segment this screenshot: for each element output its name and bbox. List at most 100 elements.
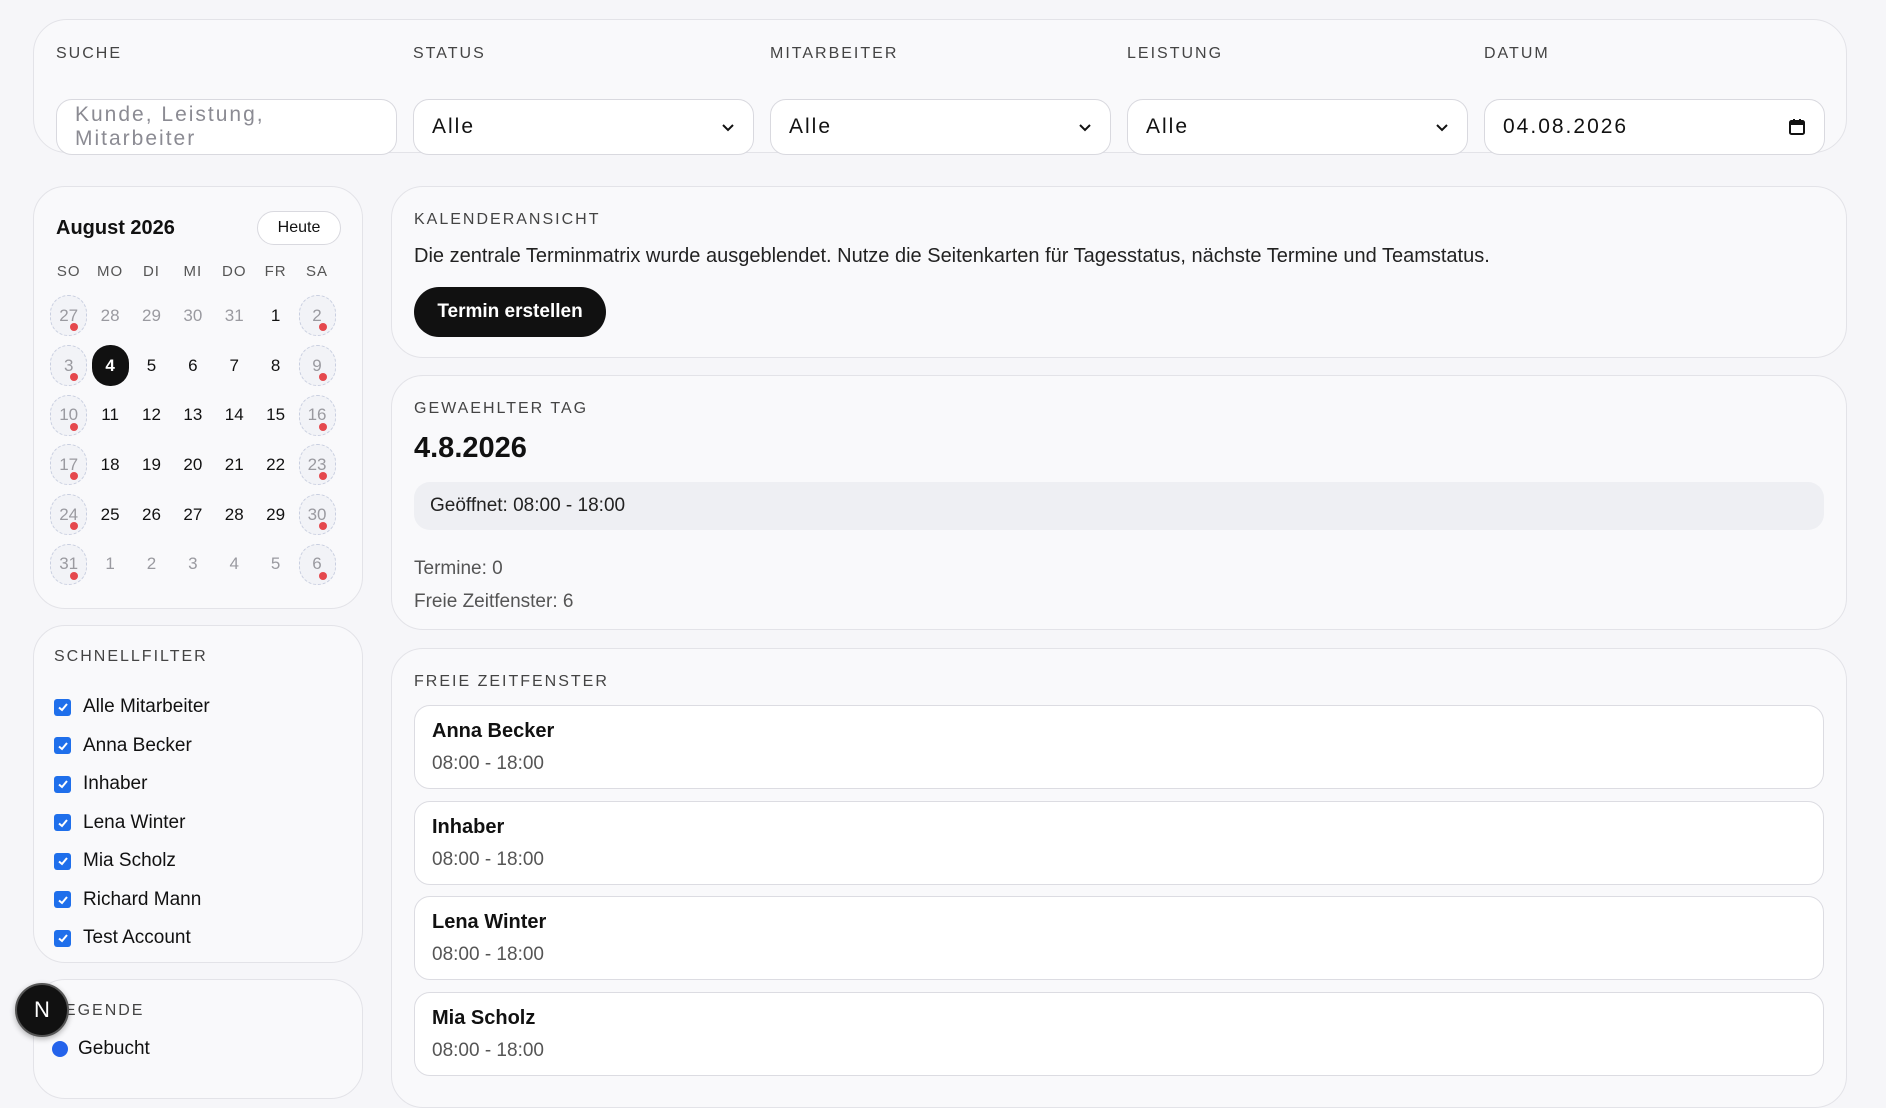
calendar-day[interactable]: 4	[214, 539, 255, 589]
calendar-day[interactable]: 1	[255, 291, 296, 341]
checkbox-checked-icon[interactable]	[54, 814, 71, 832]
checkbox-checked-icon[interactable]	[54, 737, 71, 755]
calendar-day[interactable]: 28	[214, 490, 255, 540]
calendar-day[interactable]: 2	[131, 539, 172, 589]
legend-card: LEGENDE Gebucht	[33, 979, 363, 1099]
calendar-day-number: 30	[183, 305, 203, 325]
quick-filter-item[interactable]: Inhaber	[54, 765, 210, 804]
calendar-day[interactable]: 16	[296, 390, 337, 440]
checkbox-checked-icon[interactable]	[54, 929, 71, 947]
calendar-day[interactable]: 19	[131, 440, 172, 490]
checkbox-checked-icon[interactable]	[54, 775, 71, 793]
calendar-day-number: 11	[101, 405, 119, 425]
status-value: Alle	[432, 115, 476, 138]
selected-day-label: GEWAEHLTER TAG	[414, 400, 589, 417]
calendar-day[interactable]: 3	[48, 341, 89, 391]
calendar-day[interactable]: 29	[255, 490, 296, 540]
calendar-day-number: 15	[266, 405, 286, 425]
quick-filter-list: Alle Mitarbeiter Anna Becker Inhaber Lena W…	[54, 688, 210, 958]
calendar-day[interactable]: 13	[172, 390, 213, 440]
calendar-day-number: 24	[50, 494, 88, 536]
calendar-day[interactable]: 4	[89, 341, 130, 391]
calendar-day[interactable]: 3	[172, 539, 213, 589]
date-label: DATUM	[1484, 45, 1550, 62]
calendar-day[interactable]: 12	[131, 390, 172, 440]
employee-filter: MITARBEITER Alle	[770, 44, 1111, 155]
checkbox-checked-icon[interactable]	[54, 852, 71, 870]
calendar-day[interactable]: 31	[214, 291, 255, 341]
checkbox-checked-icon[interactable]	[54, 698, 71, 716]
calendar-day[interactable]: 5	[131, 341, 172, 391]
quick-filter-item[interactable]: Mia Scholz	[54, 842, 210, 881]
calendar-day[interactable]: 28	[89, 291, 130, 341]
search-input[interactable]: Kunde, Leistung, Mitarbeiter	[56, 99, 397, 155]
calendar-day[interactable]: 2	[296, 291, 337, 341]
weekday-label: SO	[56, 263, 81, 280]
calendar-day[interactable]: 27	[48, 291, 89, 341]
create-appointment-button[interactable]: Termin erstellen	[414, 287, 606, 337]
calendar-day[interactable]: 25	[89, 490, 130, 540]
calendar-day[interactable]: 1	[89, 539, 130, 589]
calendar-day[interactable]: 26	[131, 490, 172, 540]
quick-filter-item[interactable]: Richard Mann	[54, 881, 210, 920]
calendar-day-number: 27	[183, 504, 203, 524]
free-slot-item[interactable]: Mia Scholz 08:00 - 18:00	[414, 991, 1824, 1076]
calendar-day-number: 25	[100, 504, 120, 524]
today-button[interactable]: Heute	[257, 211, 341, 245]
chevron-down-icon	[1079, 124, 1091, 132]
calendar-day[interactable]: 30	[296, 490, 337, 540]
service-select[interactable]: Alle	[1127, 99, 1468, 155]
calendar-day[interactable]: 7	[214, 341, 255, 391]
calendar-icon[interactable]	[1788, 118, 1806, 136]
calendar-day[interactable]: 24	[48, 490, 89, 540]
free-slot-item[interactable]: Inhaber 08:00 - 18:00	[414, 800, 1824, 885]
quick-filter-item[interactable]: Lena Winter	[54, 804, 210, 843]
weekday-label: DO	[222, 263, 247, 280]
calendar-day[interactable]: 14	[214, 390, 255, 440]
calendar-day-number: 16	[298, 394, 336, 436]
calendar-day-number: 1	[270, 305, 281, 325]
next-devtools-button[interactable]: N	[15, 983, 69, 1037]
quick-filter-item[interactable]: Alle Mitarbeiter	[54, 688, 210, 727]
calendar-day-number: 26	[142, 504, 161, 524]
opening-hours: Geöffnet: 08:00 - 18:00	[414, 482, 1824, 530]
status-select[interactable]: Alle	[413, 99, 754, 155]
calendar-day[interactable]: 31	[48, 539, 89, 589]
calendar-day-number: 4	[91, 345, 129, 387]
calendar-day[interactable]: 5	[255, 539, 296, 589]
calendar-day[interactable]: 30	[172, 291, 213, 341]
calendar-day[interactable]: 18	[89, 440, 130, 490]
calendar-day[interactable]: 29	[131, 291, 172, 341]
calendar-day[interactable]: 9	[296, 341, 337, 391]
weekday-label: MI	[183, 263, 203, 280]
calendar-day[interactable]: 15	[255, 390, 296, 440]
checkbox-checked-icon[interactable]	[54, 891, 71, 909]
quick-filter-item[interactable]: Anna Becker	[54, 727, 210, 766]
calendar-days: 27 28 29 30 31 1 2 3 4 5 6 7 8 9 10 11 12 13 14 15 16 17 18 19 2…	[48, 291, 338, 589]
weekday-header: SO MO DI MI DO FR SA	[48, 263, 338, 291]
slot-time: 08:00 - 18:00	[432, 848, 544, 870]
quick-filter-item[interactable]: Test Account	[54, 919, 210, 958]
status-filter: STATUS Alle	[413, 44, 754, 155]
legend-item-label: Gebucht	[78, 1038, 150, 1059]
free-slot-item[interactable]: Lena Winter 08:00 - 18:00	[414, 896, 1824, 980]
search-label: SUCHE	[56, 45, 123, 62]
quick-filter-label: Test Account	[83, 927, 191, 949]
calendar-day-number: 19	[142, 454, 161, 474]
calendar-day[interactable]: 22	[255, 440, 296, 490]
slot-employee-name: Anna Becker	[432, 720, 555, 742]
employee-select[interactable]: Alle	[770, 99, 1111, 155]
calendar-day[interactable]: 20	[172, 440, 213, 490]
calendar-day[interactable]: 8	[255, 341, 296, 391]
calendar-day[interactable]: 10	[48, 390, 89, 440]
calendar-day[interactable]: 23	[296, 440, 337, 490]
calendar-day[interactable]: 6	[172, 341, 213, 391]
calendar-day[interactable]: 6	[296, 539, 337, 589]
calendar-day[interactable]: 11	[89, 390, 130, 440]
calendar-day-number: 5	[146, 355, 157, 375]
calendar-day[interactable]: 27	[172, 490, 213, 540]
calendar-day[interactable]: 17	[48, 440, 89, 490]
calendar-day[interactable]: 21	[214, 440, 255, 490]
date-input[interactable]: 04.08.2026	[1484, 99, 1825, 155]
free-slot-item[interactable]: Anna Becker 08:00 - 18:00	[414, 705, 1824, 789]
